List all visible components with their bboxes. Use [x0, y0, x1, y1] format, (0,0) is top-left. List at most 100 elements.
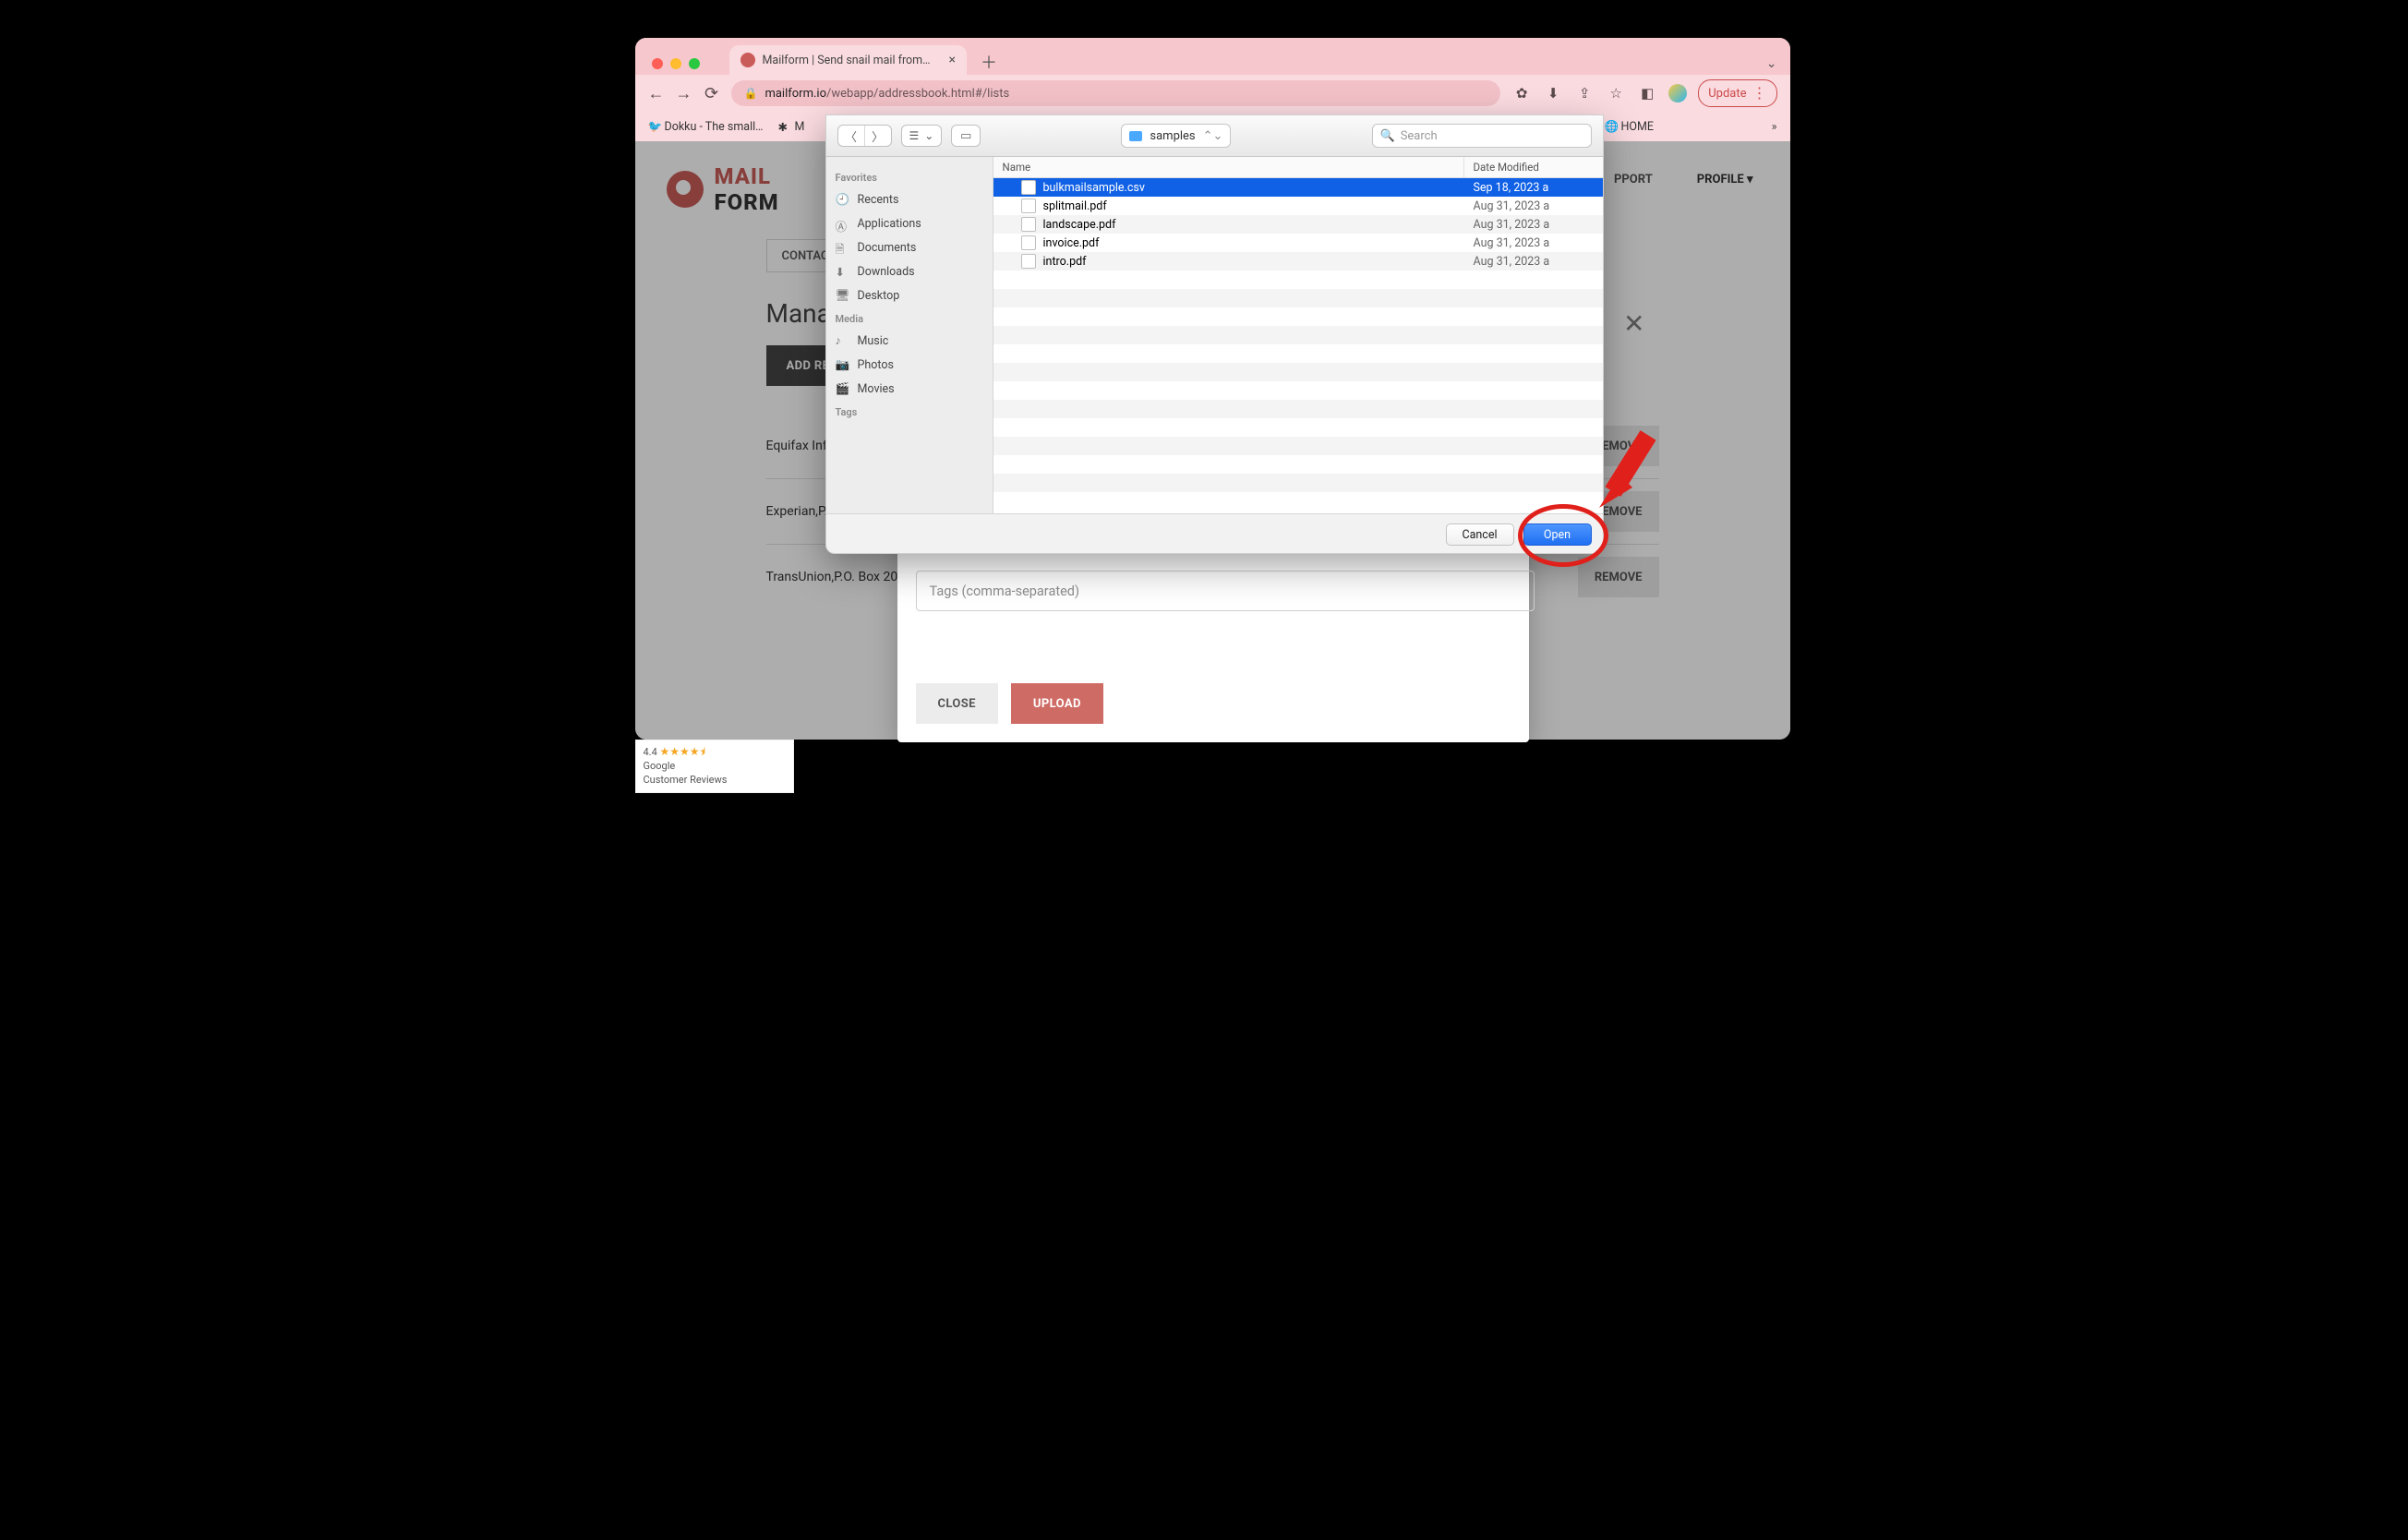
file-row-empty: [993, 344, 1603, 363]
sidebar-group-favorites: Favorites: [836, 172, 983, 184]
file-row-empty: [993, 326, 1603, 344]
file-row[interactable]: splitmail.pdfAug 31, 2023 a: [993, 197, 1603, 215]
sidebar-item-photos[interactable]: 📷Photos: [836, 353, 983, 377]
photos-icon: 📷: [836, 358, 850, 371]
file-row-empty: [993, 437, 1603, 455]
sidebar-group-tags: Tags: [836, 406, 983, 418]
sidebar-item-label: Music: [858, 334, 889, 348]
bookmark-label: M: [795, 120, 805, 134]
badge-line1: Google: [644, 760, 786, 774]
google-reviews-badge[interactable]: 4.4 ★★★★⯨ Google Customer Reviews: [635, 740, 794, 793]
music-icon: ♪: [836, 334, 850, 347]
file-date: Aug 31, 2023 a: [1464, 218, 1603, 232]
view-mode-selector[interactable]: ☰ ⌄: [901, 125, 943, 147]
browser-tab[interactable]: Mailform | Send snail mail from… ×: [729, 45, 968, 75]
file-row-empty: [993, 363, 1603, 381]
file-row-empty: [993, 455, 1603, 474]
tab-close-icon[interactable]: ×: [949, 53, 956, 67]
desktop-icon: 🖥: [836, 289, 850, 302]
back-button[interactable]: ←: [648, 85, 665, 102]
downloads-icon: ⬇: [836, 265, 850, 278]
tabs-menu-icon[interactable]: ⌄: [1766, 56, 1777, 71]
file-row-empty: [993, 289, 1603, 307]
sidebar-item-downloads[interactable]: ⬇Downloads: [836, 259, 983, 283]
bookmarks-overflow-icon[interactable]: »: [1772, 120, 1777, 134]
file-row[interactable]: bulkmailsample.csv Sep 18, 2023 a: [993, 178, 1603, 197]
sidebar-group-media: Media: [836, 313, 983, 325]
bookmark-icon: 🐦: [648, 120, 661, 133]
folder-dropdown[interactable]: samples ⌃⌄: [1121, 124, 1231, 148]
file-open-dialog: 〈 〉 ☰ ⌄ ▭ samples ⌃⌄ 🔍 Search Favorites …: [825, 114, 1604, 554]
new-tab-button[interactable]: ＋: [976, 49, 1002, 75]
sidebar-item-movies[interactable]: 🎬Movies: [836, 377, 983, 401]
modal-close-icon[interactable]: ✕: [1623, 308, 1644, 339]
tab-strip: Mailform | Send snail mail from… × ＋ ⌄: [635, 38, 1790, 75]
sidebar-item-label: Documents: [858, 241, 917, 255]
file-search-input[interactable]: 🔍 Search: [1372, 124, 1592, 148]
nav-back-forward: 〈 〉: [837, 125, 892, 147]
apps-icon: Ⓐ: [836, 217, 850, 230]
clock-icon: 🕘: [836, 193, 850, 206]
badge-line2: Customer Reviews: [644, 774, 786, 788]
profile-avatar-icon[interactable]: [1668, 84, 1687, 102]
modal-upload-button[interactable]: UPLOAD: [1011, 683, 1103, 724]
sidebar-item-applications[interactable]: ⒶApplications: [836, 211, 983, 235]
movies-icon: 🎬: [836, 382, 850, 395]
bookmark-item[interactable]: 🌐HOME: [1604, 120, 1654, 134]
sidebar-item-music[interactable]: ♪ Music: [836, 329, 983, 353]
cancel-button[interactable]: Cancel: [1446, 523, 1514, 546]
bookmark-item[interactable]: 🐦Dokku - The small…: [648, 120, 764, 134]
nav-back-icon[interactable]: 〈: [838, 126, 865, 146]
sidepanel-icon[interactable]: ◧: [1637, 83, 1657, 103]
file-row[interactable]: intro.pdf Aug 31, 2023 a: [993, 252, 1603, 271]
lock-icon: 🔒: [744, 87, 758, 100]
file-row-empty: [993, 381, 1603, 400]
file-dialog-toolbar: 〈 〉 ☰ ⌄ ▭ samples ⌃⌄ 🔍 Search: [826, 115, 1603, 157]
file-name: landscape.pdf: [1043, 218, 1116, 232]
file-row-empty: [993, 418, 1603, 437]
bookmark-icon: 🌐: [1604, 120, 1617, 133]
sidebar-item-desktop[interactable]: 🖥 Desktop: [836, 283, 983, 307]
column-name[interactable]: Name: [993, 157, 1463, 177]
file-row[interactable]: invoice.pdfAug 31, 2023 a: [993, 234, 1603, 252]
address-bar: ← → ⟳ 🔒 mailform.io/webapp/addressbook.h…: [635, 75, 1790, 112]
window-maximize-icon[interactable]: [689, 58, 700, 69]
downloads-icon[interactable]: ⬇: [1543, 83, 1563, 103]
document-icon: 🗎: [836, 241, 850, 254]
column-date[interactable]: Date Modified: [1463, 157, 1603, 177]
window-controls: [652, 58, 700, 69]
file-date: Sep 18, 2023 a: [1464, 181, 1603, 195]
tags-input[interactable]: Tags (comma-separated): [916, 571, 1535, 611]
list-view-icon: ☰: [909, 129, 920, 142]
file-row-empty: [993, 492, 1603, 511]
update-button[interactable]: Update ⋮: [1698, 79, 1776, 107]
update-label: Update: [1708, 87, 1746, 101]
annotation-circle-icon: [1518, 504, 1608, 567]
file-row-empty: [993, 400, 1603, 418]
url-domain: mailform.io: [765, 87, 826, 101]
share-icon[interactable]: ⇪: [1574, 83, 1595, 103]
extensions-icon[interactable]: ✿: [1511, 83, 1532, 103]
bookmark-label: HOME: [1620, 120, 1654, 134]
window-minimize-icon[interactable]: [670, 58, 681, 69]
sidebar-item-label: Desktop: [858, 289, 900, 303]
file-row[interactable]: landscape.pdf Aug 31, 2023 a: [993, 215, 1603, 234]
file-name: intro.pdf: [1043, 255, 1087, 269]
file-date: Aug 31, 2023 a: [1464, 255, 1603, 269]
url-field[interactable]: 🔒 mailform.io/webapp/addressbook.html#/l…: [731, 80, 1501, 106]
reload-button[interactable]: ⟳: [704, 85, 720, 102]
sidebar-item-documents[interactable]: 🗎 Documents: [836, 235, 983, 259]
modal-close-button[interactable]: CLOSE: [916, 683, 998, 724]
file-dialog-footer: Cancel Open: [826, 513, 1603, 554]
bookmark-item[interactable]: ✱M: [778, 120, 805, 134]
file-name: splitmail.pdf: [1043, 199, 1107, 213]
forward-button[interactable]: →: [676, 85, 692, 102]
bookmark-star-icon[interactable]: ☆: [1606, 83, 1626, 103]
nav-forward-icon[interactable]: 〉: [865, 126, 891, 146]
window-close-icon[interactable]: [652, 58, 663, 69]
sidebar-item-recents[interactable]: 🕘Recents: [836, 187, 983, 211]
group-by-icon[interactable]: ▭: [951, 125, 981, 147]
pdf-icon: [1021, 235, 1036, 250]
file-name: bulkmailsample.csv: [1043, 181, 1145, 195]
tags-placeholder: Tags (comma-separated): [930, 584, 1080, 599]
